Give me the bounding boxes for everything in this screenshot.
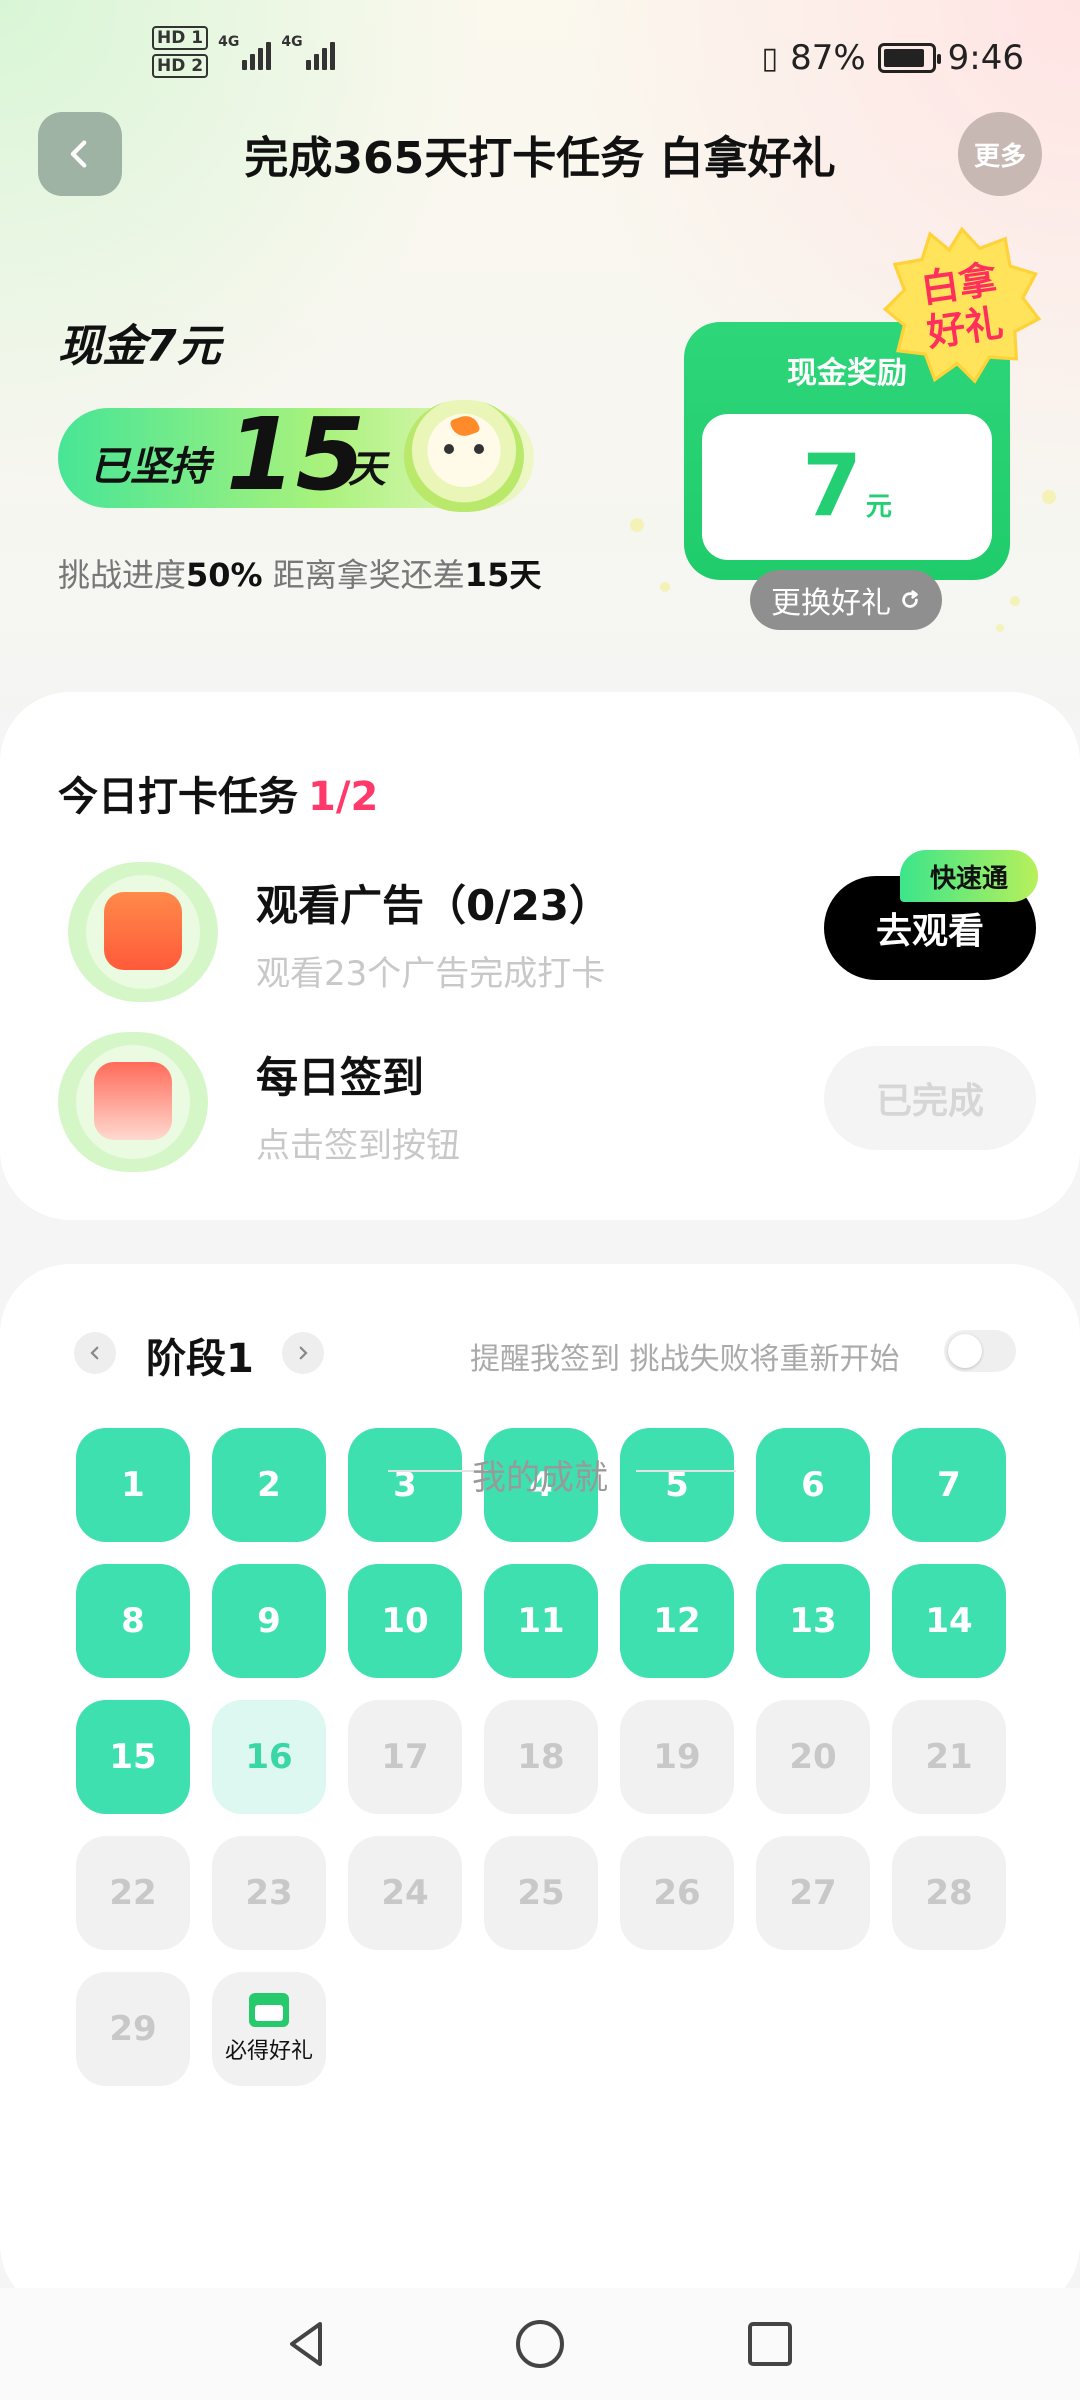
sparkle-dot xyxy=(660,582,670,592)
day-cell[interactable]: 24 xyxy=(348,1836,462,1950)
task-count: 1/2 xyxy=(308,774,379,820)
task-title: 今日打卡任务 xyxy=(58,774,298,820)
progress-mid: 距离拿奖还差 xyxy=(272,556,465,594)
system-nav-bar xyxy=(0,2288,1080,2400)
day-cell[interactable]: 12 xyxy=(620,1564,734,1678)
streak-days: 15 xyxy=(226,396,366,513)
streak-pill: 已坚持 15 天 xyxy=(58,396,534,513)
page-title: 完成365天打卡任务 白拿好礼 xyxy=(244,133,836,184)
day-cell[interactable]: 23 xyxy=(212,1836,326,1950)
divider xyxy=(636,1470,736,1472)
network-type-1: 4G xyxy=(218,34,240,50)
day-cell[interactable]: 11 xyxy=(484,1564,598,1678)
reward-amount: 7 xyxy=(802,436,862,536)
mascot-icon xyxy=(404,400,524,512)
day-cell[interactable]: 27 xyxy=(756,1836,870,1950)
task-name-ads: 观看广告（0/23） xyxy=(256,881,612,930)
signal-icon-2: 4G xyxy=(281,34,335,70)
day-cell[interactable]: 29 xyxy=(76,1972,190,2086)
task-desc-checkin: 点击签到按钮 xyxy=(256,1126,460,1166)
day-cell[interactable]: 17 xyxy=(348,1700,462,1814)
day-cell[interactable]: 20 xyxy=(756,1700,870,1814)
swap-gift-button[interactable]: 更换好礼 xyxy=(750,570,942,630)
fast-pass-tag: 快速通 xyxy=(900,850,1038,902)
hd1-badge: HD 1 xyxy=(152,26,209,50)
day-cell[interactable]: 8 xyxy=(76,1564,190,1678)
remind-toggle[interactable] xyxy=(944,1330,1016,1372)
sparkle-dot xyxy=(996,624,1004,632)
vibrate-icon: ▯ xyxy=(761,40,779,76)
day-cell[interactable]: 28 xyxy=(892,1836,1006,1950)
checkin-done-button: 已完成 xyxy=(824,1046,1036,1150)
achievements-title: 我的成就 xyxy=(472,1458,608,1498)
status-bar: HD 1 HD 2 4G 4G ▯ 87% 9:46 xyxy=(0,0,1080,120)
stage-prev-button[interactable] xyxy=(74,1332,116,1374)
network-type-2: 4G xyxy=(281,34,303,50)
battery-icon xyxy=(877,43,941,73)
stage-calendar-card: 阶段1 提醒我签到 挑战失败将重新开始 1 2 3 4 5 6 7 8 9 10 11 12 13 14 1… xyxy=(0,1264,1080,2314)
day-cell[interactable]: 14 xyxy=(892,1564,1006,1678)
daily-task-card: 今日打卡任务 1/2 观看广告（0/23） 观看23个广告完成打卡 去观看 快速通… xyxy=(0,692,1080,1220)
badge-text: 白拿好礼 xyxy=(918,257,1006,355)
hd2-badge: HD 2 xyxy=(152,54,209,78)
swap-gift-label: 更换好礼 xyxy=(771,586,891,621)
clock: 9:46 xyxy=(947,38,1024,78)
remind-text: 提醒我签到 挑战失败将重新开始 xyxy=(470,1342,900,1377)
reward-amount-box: 7元 xyxy=(702,414,992,560)
calendar-check-icon xyxy=(58,1032,208,1172)
home-circle-icon[interactable] xyxy=(512,2316,568,2372)
gift-icon xyxy=(249,1993,289,2027)
challenge-progress: 挑战进度50% 距离拿奖还差15天 xyxy=(58,550,541,596)
recents-square-icon[interactable] xyxy=(742,2316,798,2372)
day-cell[interactable]: 21 xyxy=(892,1700,1006,1814)
refresh-icon xyxy=(902,590,918,608)
task-desc-ads: 观看23个广告完成打卡 xyxy=(256,954,606,994)
stage-next-button[interactable] xyxy=(282,1332,324,1374)
chevron-right-icon xyxy=(299,1346,308,1360)
day-cell[interactable]: 25 xyxy=(484,1836,598,1950)
task-section-title: 今日打卡任务 1/2 xyxy=(58,764,378,822)
reward-unit: 元 xyxy=(865,492,892,522)
day-cell[interactable]: 9 xyxy=(212,1564,326,1678)
network-indicators: HD 1 HD 2 4G 4G xyxy=(152,26,335,78)
day-cell[interactable]: 13 xyxy=(756,1564,870,1678)
task-name-checkin: 每日签到 xyxy=(256,1053,425,1102)
day-grid: 1 2 3 4 5 6 7 8 9 10 11 12 13 14 15 16 17 18 19 20 21 22 23 24 2… xyxy=(76,1428,1006,2086)
streak-prefix: 已坚持 xyxy=(90,444,210,490)
sparkle-dot xyxy=(1010,596,1020,606)
day-cell[interactable]: 10 xyxy=(348,1564,462,1678)
gift-label: 必得好礼 xyxy=(224,2039,313,2064)
day-cell[interactable]: 26 xyxy=(620,1836,734,1950)
day-cell[interactable]: 22 xyxy=(76,1836,190,1950)
day-cell[interactable]: 18 xyxy=(484,1700,598,1814)
progress-percent: 50% xyxy=(186,556,263,594)
more-button[interactable]: 更多 xyxy=(958,112,1042,196)
progress-prefix: 挑战进度 xyxy=(58,556,187,594)
day-cell[interactable]: 15 xyxy=(76,1700,190,1814)
gift-day-cell[interactable]: 必得好礼 xyxy=(212,1972,326,2086)
day-cell[interactable]: 19 xyxy=(620,1700,734,1814)
stage-label: 阶段1 xyxy=(146,1336,254,1382)
back-triangle-icon[interactable] xyxy=(280,2316,336,2372)
ad-video-icon xyxy=(68,862,218,1002)
signal-icon: 4G xyxy=(218,34,272,70)
sparkle-dot xyxy=(1042,490,1056,504)
battery-percent: 87% xyxy=(790,38,866,78)
chevron-left-icon xyxy=(90,1346,99,1360)
streak-suffix: 天 xyxy=(348,447,387,491)
sparkle-dot xyxy=(630,518,644,532)
day-cell[interactable]: 16 xyxy=(212,1700,326,1814)
cash-title: 现金7元 xyxy=(58,321,221,372)
progress-remaining: 15天 xyxy=(464,556,542,594)
